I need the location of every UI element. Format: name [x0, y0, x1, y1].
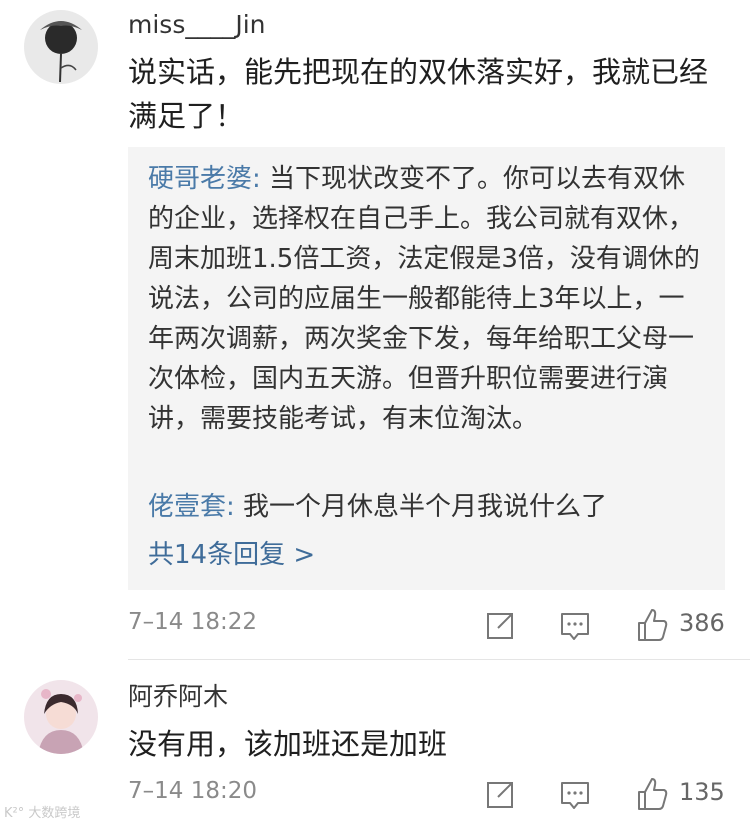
comment-item: 阿乔阿木 没有用，该加班还是加班 7–14 18:20 135	[0, 660, 750, 830]
comment-time: 7–14 18:20	[128, 778, 257, 804]
reply-item: 硬哥老婆: 当下现状改变不了。你可以去有双休的企业，选择权在自己手上。我公司就有…	[148, 159, 708, 439]
avatar[interactable]	[24, 680, 98, 754]
more-replies-link[interactable]: 共14条回复 >	[148, 535, 315, 575]
reply-item: 佬壹套: 我一个月休息半个月我说什么了	[148, 487, 708, 527]
reply-box[interactable]: 硬哥老婆: 当下现状改变不了。你可以去有双休的企业，选择权在自己手上。我公司就有…	[128, 147, 725, 590]
comment-text: 说实话，能先把现在的双休落实好，我就已经满足了！	[128, 55, 709, 133]
comment-author[interactable]: miss____Jin	[128, 10, 266, 40]
reply-text: 当下现状改变不了。你可以去有双休的企业，选择权在自己手上。我公司就有双休，周末加…	[148, 164, 700, 434]
reply-author[interactable]: 佬壹套:	[148, 492, 235, 522]
reply-author[interactable]: 硬哥老婆:	[148, 164, 261, 194]
comment-time: 7–14 18:22	[128, 609, 257, 635]
avatar[interactable]	[24, 10, 98, 84]
comment-meta: 7–14 18:20 135	[128, 774, 725, 814]
watermark: K²° 大数跨境	[4, 806, 81, 821]
thumbs-up-icon[interactable]	[636, 605, 668, 645]
like-count: 135	[679, 778, 725, 806]
comment-icon[interactable]	[560, 605, 590, 645]
reply-text: 我一个月休息半个月我说什么了	[234, 492, 608, 522]
share-icon[interactable]	[486, 605, 516, 645]
comment-text: 没有用，该加班还是加班	[128, 727, 448, 761]
comment-item: miss____Jin 说实话，能先把现在的双休落实好，我就已经满足了！ 硬哥老…	[0, 0, 750, 660]
comment-author[interactable]: 阿乔阿木	[128, 682, 228, 712]
comment-meta: 7–14 18:22 386	[128, 605, 725, 645]
thumbs-up-icon[interactable]	[636, 774, 668, 814]
like-count: 386	[679, 609, 725, 637]
comment-icon[interactable]	[560, 774, 590, 814]
share-icon[interactable]	[486, 774, 516, 814]
